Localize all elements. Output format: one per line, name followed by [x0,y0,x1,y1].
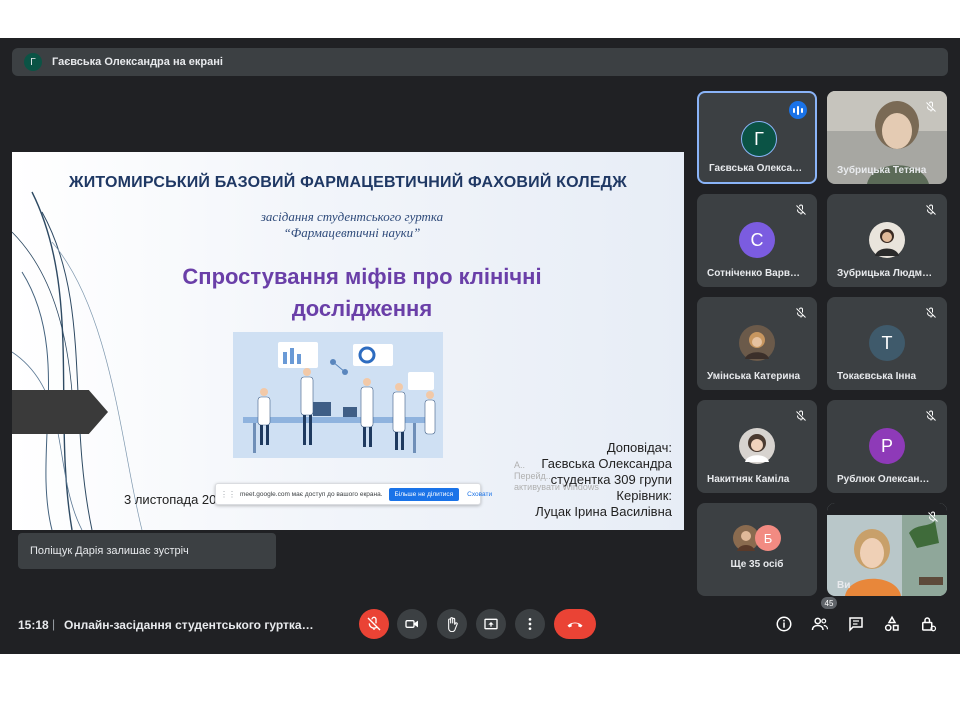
clock: 15:18 [18,618,49,632]
participant-name: Зубрицька Людм… [837,268,933,279]
slide-subtitle-2: “Фармацевтичні науки” [283,225,421,240]
avatar [739,325,775,361]
share-message: meet.google.com має доступ до вашого екр… [240,490,383,498]
meet-window: Г Гаєвська Олександра на екрані ЖИТОМИРС… [0,38,960,654]
leave-call-button[interactable] [554,609,596,639]
slide-arrow-shape [12,390,108,434]
raise-hand-button[interactable] [437,609,467,639]
participant-count-badge: 45 [821,597,837,609]
stop-sharing-button[interactable]: Більше не ділитися [388,487,460,501]
more-participants-label: Ще 35 осіб [730,559,784,570]
speaker-group: студентка 309 групи [550,472,672,487]
present-icon [484,618,498,630]
participant-tile[interactable]: Накитняк Каміла [697,400,817,493]
host-controls-button[interactable] [917,613,939,635]
present-now-button[interactable] [476,609,506,639]
participant-name: Сотніченко Варв… [707,268,801,279]
participant-name: Рублюк Олексан… [837,474,930,485]
chat-button[interactable] [845,613,867,635]
people-button[interactable] [809,613,831,635]
avatar [869,222,905,258]
bottom-control-bar: 15:18 | Онлайн-засідання студентського г… [0,597,960,654]
info-icon [776,616,792,632]
drag-handle-icon[interactable]: ⋮⋮ [220,490,236,499]
participant-name: Токаєвська Інна [837,371,917,382]
self-name: Ви [837,580,851,591]
avatar: Б [755,525,781,551]
mic-off-icon [923,202,939,218]
screen-share-bar: ⋮⋮ meet.google.com має доступ до вашого … [215,483,492,505]
speaker-info: Доповідач: Гаєвська Олександра студентка… [535,440,672,520]
avatar: Т [869,325,905,361]
mic-off-icon [923,99,939,115]
participant-tile[interactable]: Г Гаєвська Олекса… [697,91,817,184]
avatar [739,428,775,464]
mic-toggle-button[interactable] [359,609,389,639]
hangup-icon [567,622,583,628]
presenting-label: Гаєвська Олександра на екрані [52,56,223,68]
more-options-button[interactable] [515,609,545,639]
speaker-name: Гаєвська Олександра [541,456,672,471]
presentation-banner: Г Гаєвська Олександра на екрані [12,48,948,76]
hide-share-bar-button[interactable]: Сховати [467,491,492,498]
people-icon [811,617,829,631]
meeting-details-button[interactable] [773,613,795,635]
supervisor-name: Луцак Ірина Василівна [535,504,672,519]
participant-tile[interactable]: Зубрицька Людм… [827,194,947,287]
participant-tile[interactable]: Р Рублюк Олексан… [827,400,947,493]
participant-tile[interactable]: Т Токаєвська Інна [827,297,947,390]
participant-tile[interactable]: С Сотніченко Варв… [697,194,817,287]
leave-notification: Поліщук Дарія залишає зустріч [18,533,276,569]
camera-toggle-button[interactable] [397,609,427,639]
participant-name: Умінська Катерина [707,371,801,382]
participant-name: Зубрицька Тетяна [837,165,927,176]
activities-icon [884,615,899,632]
mic-off-icon [923,408,939,424]
participant-tile[interactable]: Зубрицька Тетяна [827,91,947,184]
mic-off-icon [925,509,941,525]
avatar: С [739,222,775,258]
slide-title-line-1: Спростування міфів про клінічні [182,264,542,289]
participant-name: Гаєвська Олекса… [709,163,803,174]
mic-off-icon [793,408,809,424]
avatar: Р [869,428,905,464]
participant-tile[interactable]: Умінська Катерина [697,297,817,390]
more-options-icon [528,618,532,630]
avatar: Г [741,121,777,157]
raise-hand-icon [448,617,458,632]
college-name: ЖИТОМИРСЬКИЙ БАЗОВИЙ ФАРМАЦЕВТИЧНИЙ ФАХО… [69,174,627,191]
lab-illustration [233,332,443,458]
chat-icon [849,617,863,632]
separator: | [52,617,56,631]
meeting-title: Онлайн-засідання студентського гуртка… [64,618,314,632]
participant-name: Накитняк Каміла [707,474,790,485]
mic-off-icon [793,305,809,321]
presenter-avatar: Г [24,53,42,71]
mic-off-icon [793,202,809,218]
shared-screen: ЖИТОМИРСЬКИЙ БАЗОВИЙ ФАРМАЦЕВТИЧНИЙ ФАХО… [12,152,684,530]
slide-subtitle-1: засідання студентського гуртка [260,209,444,224]
slide-title-line-2: дослідження [291,296,433,321]
supervisor-label: Керівник: [616,488,672,503]
mic-off-icon [367,616,381,631]
mic-off-icon [923,305,939,321]
host-controls-icon [922,617,937,632]
camera-icon [405,620,418,628]
self-view-tile[interactable]: Ви [827,503,947,596]
speaker-label: Доповідач: [606,440,672,455]
speaking-indicator-icon [789,101,807,119]
more-participants-tile[interactable]: Б Ще 35 осіб [697,503,817,596]
activities-button[interactable] [881,613,903,635]
